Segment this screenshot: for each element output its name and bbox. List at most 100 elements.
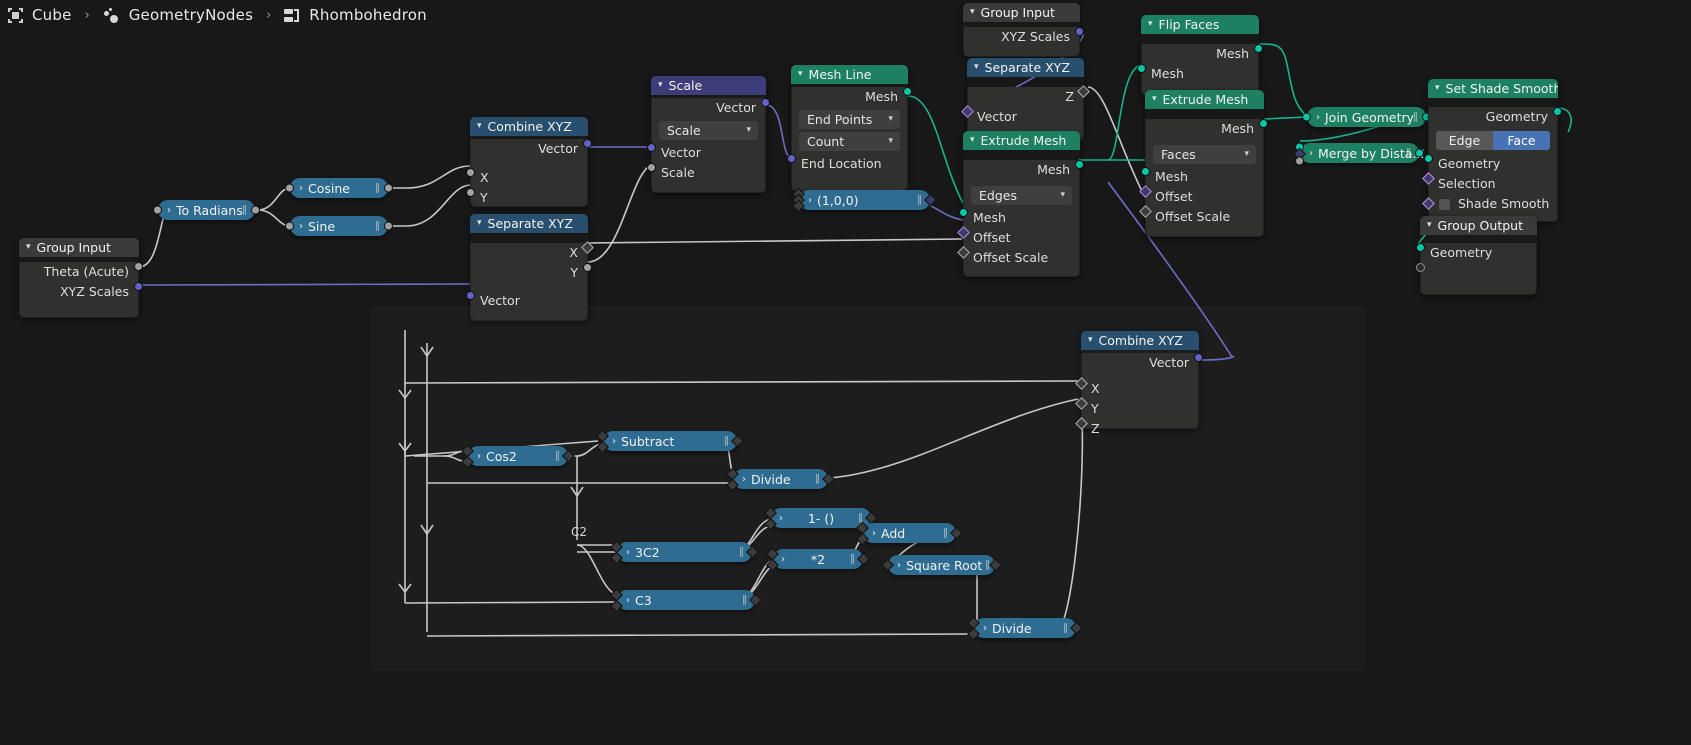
- node-sine[interactable]: › Sine ‖: [285, 216, 393, 236]
- socket-y-output[interactable]: [583, 263, 592, 272]
- socket-x[interactable]: [466, 168, 475, 177]
- socket-row-mesh-out[interactable]: Mesh: [792, 87, 912, 107]
- socket-geometry-output[interactable]: [1553, 107, 1562, 116]
- socket-mesh-input[interactable]: [1137, 64, 1146, 73]
- socket-geometry-output[interactable]: [1415, 148, 1424, 158]
- socket-row-mesh-in[interactable]: Mesh: [1137, 64, 1258, 84]
- socket-output[interactable]: [384, 183, 393, 193]
- socket-y[interactable]: [466, 188, 475, 197]
- socket-scale-input[interactable]: [647, 163, 656, 172]
- chevron-down-icon[interactable]: ▾: [26, 238, 31, 257]
- socket-mesh-output[interactable]: [1075, 160, 1084, 169]
- chevron-down-icon[interactable]: ▾: [974, 58, 979, 77]
- socket-row-vector-in[interactable]: Vector: [647, 143, 765, 163]
- node-merge-by-distance[interactable]: › Merge by Dista... ‖: [1293, 142, 1424, 166]
- socket-vector-output[interactable]: [761, 98, 770, 107]
- chevron-down-icon[interactable]: ▾: [1060, 186, 1065, 205]
- chevron-down-icon[interactable]: ▾: [1088, 331, 1093, 350]
- node-header[interactable]: ▾ Group Input: [19, 238, 139, 257]
- chevron-down-icon[interactable]: ▾: [1427, 216, 1432, 235]
- socket-row-offset[interactable]: Offset: [957, 226, 1079, 248]
- mode-dropdown[interactable]: Faces ▾: [1153, 145, 1256, 164]
- node-to-radians[interactable]: › To Radians ‖: [153, 200, 260, 220]
- socket-theta[interactable]: [134, 262, 143, 271]
- socket-offset-scale[interactable]: [957, 246, 970, 259]
- socket-row-z-out[interactable]: Z: [968, 85, 1090, 107]
- socket-row-mesh-in[interactable]: Mesh: [959, 208, 1079, 228]
- node-c3[interactable]: › C3 ‖: [610, 588, 762, 613]
- socket-xyz-scales[interactable]: [134, 282, 143, 291]
- node-cosine[interactable]: › Cosine ‖: [285, 178, 393, 198]
- socket-shade-smooth[interactable]: [1422, 197, 1435, 210]
- chevron-down-icon[interactable]: ▾: [477, 117, 482, 136]
- breadcrumb-item-modifier[interactable]: GeometryNodes: [103, 6, 253, 24]
- chevron-down-icon[interactable]: ▾: [1152, 90, 1157, 109]
- chevron-right-icon[interactable]: ›: [1316, 112, 1320, 123]
- node-times2[interactable]: › *2 ‖: [766, 547, 870, 572]
- node-combine-xyz-bottom[interactable]: ▾ Combine XYZ Vector X Y Z: [1075, 331, 1203, 436]
- socket-row-shade-smooth[interactable]: Shade Smooth: [1422, 194, 1557, 214]
- chevron-right-icon[interactable]: ›: [897, 560, 901, 571]
- node-extrude-mesh-edges[interactable]: ▾ Extrude Mesh Mesh Edges ▾ Mesh Offset: [957, 131, 1084, 277]
- socket-row-vector-out[interactable]: Vector: [471, 139, 592, 159]
- chevron-right-icon[interactable]: ›: [612, 436, 616, 447]
- socket-row-y-out[interactable]: Y: [471, 263, 592, 283]
- node-divide-bottom[interactable]: › Divide ‖: [967, 616, 1083, 641]
- chevron-right-icon[interactable]: ›: [983, 623, 987, 634]
- socket-empty[interactable]: [1416, 263, 1425, 272]
- node-header[interactable]: ▾ Set Shade Smooth: [1428, 79, 1558, 98]
- socket-output[interactable]: [251, 205, 260, 215]
- node-combine-xyz-top[interactable]: ▾ Combine XYZ Vector X Y: [466, 117, 592, 208]
- node-one-minus[interactable]: › 1- () ‖: [764, 506, 878, 531]
- shade-smooth-checkbox[interactable]: [1438, 197, 1451, 211]
- node-group-output[interactable]: ▾ Group Output Geometry: [1416, 216, 1537, 295]
- node-separate-xyz-left[interactable]: ▾ Separate XYZ X Y Vector: [466, 214, 594, 321]
- socket-row-z[interactable]: Z: [1075, 417, 1198, 439]
- socket-row-mesh-out[interactable]: Mesh: [964, 160, 1084, 180]
- node-join-geometry[interactable]: › Join Geometry ‖: [1302, 107, 1431, 127]
- node-header[interactable]: ▾ Separate XYZ: [967, 58, 1084, 77]
- chevron-down-icon[interactable]: ▾: [888, 110, 893, 129]
- chevron-down-icon[interactable]: ▾: [746, 121, 751, 140]
- socket-row-end-location[interactable]: End Location: [787, 154, 907, 174]
- socket-row-mesh-out[interactable]: Mesh: [1146, 119, 1268, 139]
- chevron-down-icon[interactable]: ▾: [888, 132, 893, 151]
- socket-selection[interactable]: [1422, 172, 1435, 185]
- socket-row-empty[interactable]: [1416, 263, 1536, 283]
- node-cos2[interactable]: › Cos2 ‖: [461, 444, 575, 469]
- socket-row-selection[interactable]: Selection: [1422, 172, 1557, 194]
- node-frame-math[interactable]: [373, 308, 1363, 670]
- node-subtract[interactable]: › Subtract ‖: [596, 429, 744, 454]
- socket-input[interactable]: [285, 183, 294, 193]
- socket-row-geometry-out[interactable]: Geometry: [1429, 107, 1562, 127]
- socket-vector-input[interactable]: [466, 291, 475, 300]
- socket-row-y[interactable]: Y: [466, 188, 587, 208]
- socket-row-vector-out[interactable]: Vector: [1082, 353, 1203, 373]
- node-group-input-left[interactable]: ▾ Group Input Theta (Acute) XYZ Scales: [19, 238, 143, 318]
- node-header[interactable]: ▾ Extrude Mesh: [1145, 90, 1264, 109]
- chevron-down-icon[interactable]: ▾: [658, 76, 663, 95]
- socket-end-location[interactable]: [787, 154, 796, 163]
- node-divide-top[interactable]: › Divide ‖: [726, 467, 835, 492]
- chevron-right-icon[interactable]: ›: [167, 205, 171, 216]
- socket-row-offset[interactable]: Offset: [1139, 185, 1263, 207]
- chevron-right-icon[interactable]: ›: [299, 183, 303, 194]
- socket-row-vector-out[interactable]: Vector: [652, 98, 770, 118]
- mode-dropdown[interactable]: Edges ▾: [971, 186, 1072, 205]
- chevron-right-icon[interactable]: ›: [779, 513, 783, 524]
- node-header[interactable]: ▾ Separate XYZ: [470, 214, 588, 233]
- socket-distance[interactable]: [1295, 156, 1304, 166]
- socket-input[interactable]: [285, 221, 294, 231]
- node-set-shade-smooth[interactable]: ▾ Set Shade Smooth Geometry Edge Face Ge…: [1422, 79, 1562, 222]
- chevron-down-icon[interactable]: ▾: [1435, 79, 1440, 98]
- node-header[interactable]: ▾ Scale: [651, 76, 766, 95]
- socket-row-mesh-in[interactable]: Mesh: [1141, 167, 1263, 187]
- socket-z-output[interactable]: [1077, 85, 1090, 98]
- socket-vector-output[interactable]: [924, 193, 937, 207]
- chevron-down-icon[interactable]: ▾: [1244, 145, 1249, 164]
- socket-output[interactable]: [384, 221, 393, 231]
- chevron-right-icon[interactable]: ›: [872, 528, 876, 539]
- socket-vector-output[interactable]: [1194, 353, 1203, 362]
- socket-row-scale-in[interactable]: Scale: [647, 163, 765, 183]
- node-scale[interactable]: ▾ Scale Vector Scale ▾ Vector Scale: [647, 76, 770, 193]
